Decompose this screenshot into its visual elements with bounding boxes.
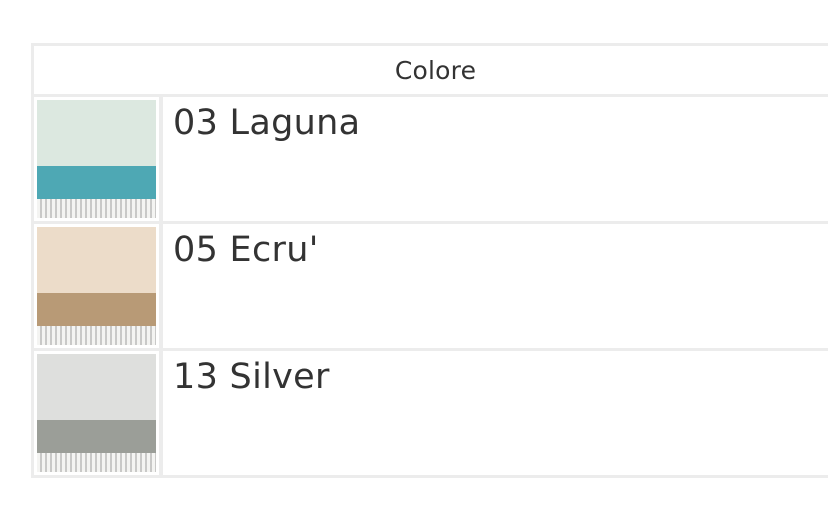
swatch-cell (34, 97, 159, 221)
color-name-cell: 03 Laguna (163, 97, 828, 221)
color-options-table: Colore 03 Laguna 05 Ecru' 13 Silver (31, 43, 828, 478)
scarf-swatch-ecru-icon[interactable] (37, 227, 156, 345)
table-header: Colore (34, 46, 828, 97)
color-name: 13 Silver (173, 357, 330, 397)
table-row[interactable]: 13 Silver (34, 351, 828, 475)
color-name: 05 Ecru' (173, 230, 319, 270)
color-name: 03 Laguna (173, 103, 361, 143)
swatch-cell (34, 224, 159, 348)
column-header-colore: Colore (394, 55, 477, 85)
color-name-cell: 05 Ecru' (163, 224, 828, 348)
table-row[interactable]: 05 Ecru' (34, 224, 828, 351)
scarf-swatch-silver-icon[interactable] (37, 354, 156, 472)
scarf-swatch-laguna-icon[interactable] (37, 100, 156, 218)
color-name-cell: 13 Silver (163, 351, 828, 475)
table-row[interactable]: 03 Laguna (34, 97, 828, 224)
swatch-cell (34, 351, 159, 475)
